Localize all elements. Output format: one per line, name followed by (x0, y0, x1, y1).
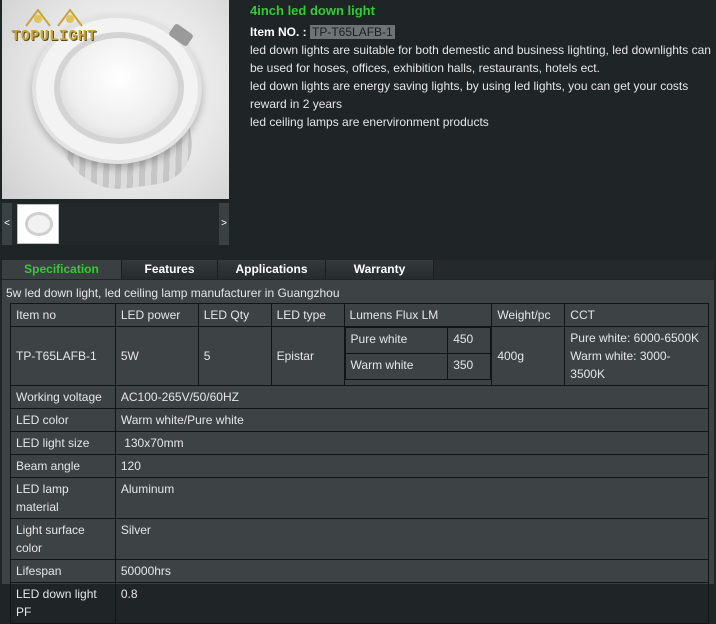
header-cell: Weight/pc (491, 303, 566, 327)
item-no-cell: TP-T65LAFB-1 (10, 326, 116, 386)
spec-row: LED down light PF 0.8 (10, 582, 710, 624)
spec-value: AC100-265V/50/60HZ (114, 385, 710, 409)
spec-label: Light surface color (10, 518, 116, 560)
bulb-logo-icon (25, 8, 83, 27)
lumens-value: 350 (447, 353, 492, 380)
spec-label: Beam angle (10, 454, 116, 478)
header-cell: CCT (564, 303, 709, 327)
spec-value: Warm white/Pure white (114, 408, 710, 432)
spec-value: 120 (114, 454, 710, 478)
spec-main-row: TP-T65LAFB-1 5W 5 Epistar Pure white 450… (10, 326, 709, 386)
spec-row: LED color Warm white/Pure white (10, 408, 710, 432)
header-cell: LED type (270, 303, 345, 327)
lumens-row: Warm white 350 (344, 353, 492, 380)
header-cell: LED Qty (197, 303, 272, 327)
item-number-label: Item NO. : (250, 25, 307, 39)
spec-label: LED down light PF (10, 582, 116, 624)
spec-value: 50000hrs (114, 559, 710, 583)
spec-value: 130x70mm (114, 431, 710, 455)
spec-label: LED lamp material (10, 477, 116, 519)
spec-label: LED light size (10, 431, 116, 455)
tab-applications[interactable]: Applications (218, 260, 326, 279)
cct-cell: Pure white: 6000-6500K Warm white: 3000-… (564, 326, 709, 386)
description-line: led down lights are suitable for both de… (250, 43, 711, 75)
tab-warranty[interactable]: Warranty (326, 260, 434, 279)
brand-logo: TOPULIGHT (8, 6, 100, 50)
spec-row: LED light size 130x70mm (10, 431, 710, 455)
tab-specification[interactable]: Specification (2, 260, 122, 279)
thumbnail-image[interactable] (17, 204, 59, 244)
product-image[interactable]: TOPULIGHT (2, 0, 229, 199)
power-cell: 5W (114, 326, 199, 386)
spec-row: Light surface color Silver (10, 518, 710, 560)
header-cell: Item no (10, 303, 116, 327)
brand-logo-text: TOPULIGHT (11, 28, 97, 45)
product-title: 4inch led down light (250, 3, 375, 18)
spec-value: Aluminum (114, 477, 710, 519)
weight-cell: 400g (491, 326, 566, 386)
tab-features[interactable]: Features (122, 260, 218, 279)
description-line: led down lights are energy saving lights… (250, 79, 689, 111)
spec-row: LED lamp material Aluminum (10, 477, 710, 519)
thumbnail-lamp-shape (25, 212, 53, 236)
spec-table: Item no LED power LED Qty LED type Lumen… (10, 303, 710, 624)
qty-cell: 5 (197, 326, 272, 386)
spec-label: Lifespan (10, 559, 116, 583)
spec-header-row: Item no LED power LED Qty LED type Lumen… (10, 303, 709, 327)
item-number-row: Item NO. : TP-T65LAFB-1 (250, 25, 395, 39)
header-cell: Lumens Flux LM (343, 303, 493, 327)
type-cell: Epistar (270, 326, 345, 386)
description-line: led ceiling lamps are enervironment prod… (250, 115, 489, 129)
lumens-cell: Pure white 450 Warm white 350 (343, 326, 493, 386)
lumens-value: 450 (447, 327, 492, 354)
spec-label: Working voltage (10, 385, 116, 409)
spec-row: Lifespan 50000hrs (10, 559, 710, 583)
specification-panel: 5w led down light, led ceiling lamp manu… (2, 280, 714, 624)
lumens-row: Pure white 450 (344, 327, 492, 354)
item-number-value: TP-T65LAFB-1 (310, 25, 395, 39)
thumbnail-next-button[interactable]: > (219, 203, 229, 245)
header-cell: LED power (114, 303, 199, 327)
thumbnail-prev-button[interactable]: < (2, 203, 12, 245)
spec-value: Silver (114, 518, 710, 560)
lumens-label: Warm white (344, 353, 449, 380)
lumens-subtable: Pure white 450 Warm white 350 (344, 327, 492, 380)
tab-bar-filler (434, 260, 714, 279)
tab-bar: Specification Features Applications Warr… (2, 260, 714, 279)
thumbnail-strip: < > (2, 203, 229, 245)
spec-caption: 5w led down light, led ceiling lamp manu… (6, 286, 340, 300)
spec-label: LED color (10, 408, 116, 432)
product-description: led down lights are suitable for both de… (250, 41, 712, 131)
spec-row: Working voltage AC100-265V/50/60HZ (10, 385, 710, 409)
spec-value: 0.8 (114, 582, 710, 624)
lumens-label: Pure white (344, 327, 449, 354)
spec-row: Beam angle 120 (10, 454, 710, 478)
